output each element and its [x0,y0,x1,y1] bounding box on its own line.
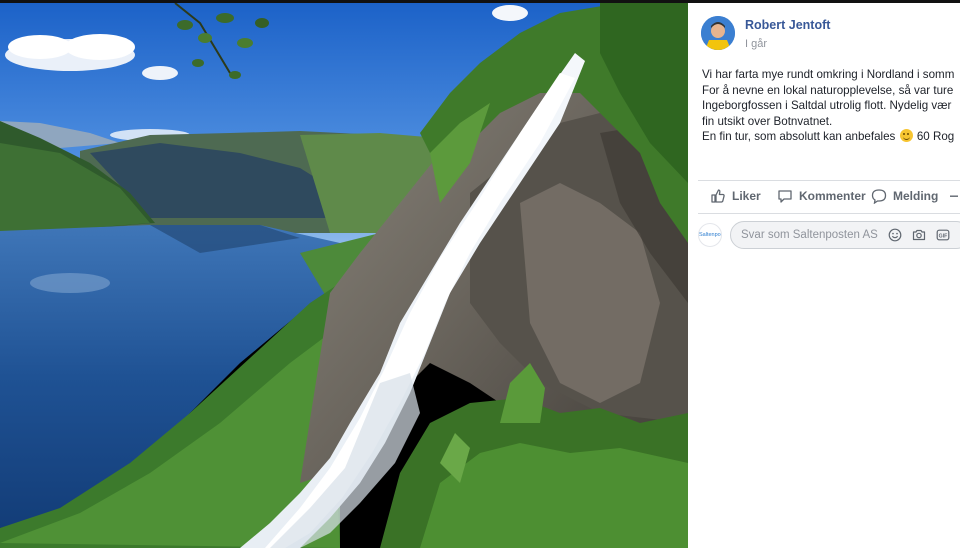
post-text-line: For å nevne en lokal naturopplevelse, så… [702,83,954,97]
smiley-emoji-icon [899,129,913,142]
camera-icon[interactable] [912,228,926,242]
post-text-line: Ingeborgfossen i Saltdal utrolig flott. … [702,99,952,112]
person-avatar-icon [701,16,735,50]
like-label: Liker [732,189,761,203]
post-text: Vi har farta mye rundt omkring i Nordlan… [702,67,960,145]
comment-button[interactable]: Kommenter [777,186,866,206]
waterfall-photo [0,3,688,548]
post-sidebar: Robert Jentoft I går Vi har farta mye ru… [688,3,960,548]
post-text-line: Vi har farta mye rundt omkring i Nordlan… [702,68,955,81]
post-text-line: En fin tur, som absolutt kan anbefales 6… [702,129,960,145]
author-name[interactable]: Robert Jentoft [745,18,830,32]
more-icon [950,195,958,197]
more-button[interactable] [948,186,960,206]
svg-text:GIF: GIF [939,233,948,239]
comment-icon [778,190,792,203]
message-label: Melding [893,189,939,203]
message-button[interactable]: Melding [871,186,938,206]
messenger-icon [871,189,887,204]
page-avatar[interactable]: Saltenposten [698,223,722,247]
like-button[interactable]: Liker [710,186,761,206]
divider [698,180,960,181]
author-avatar[interactable] [701,16,735,50]
post-text-last: En fin tur, som absolutt kan anbefales [702,130,896,143]
post-text-count: 60 Rog [916,130,955,143]
comment-label: Kommenter [799,189,866,203]
thumbs-up-icon [711,189,725,203]
comment-input[interactable]: Svar som Saltenposten AS GIF [730,221,960,249]
divider [698,213,960,214]
post-photo[interactable] [0,3,688,548]
emoji-icon[interactable] [888,228,902,242]
post-text-line: fin utsikt over Botnvatnet. [702,114,833,128]
comment-placeholder: Svar som Saltenposten AS [741,229,878,241]
post-timestamp[interactable]: I går [745,38,767,50]
gif-icon[interactable]: GIF [936,228,950,242]
